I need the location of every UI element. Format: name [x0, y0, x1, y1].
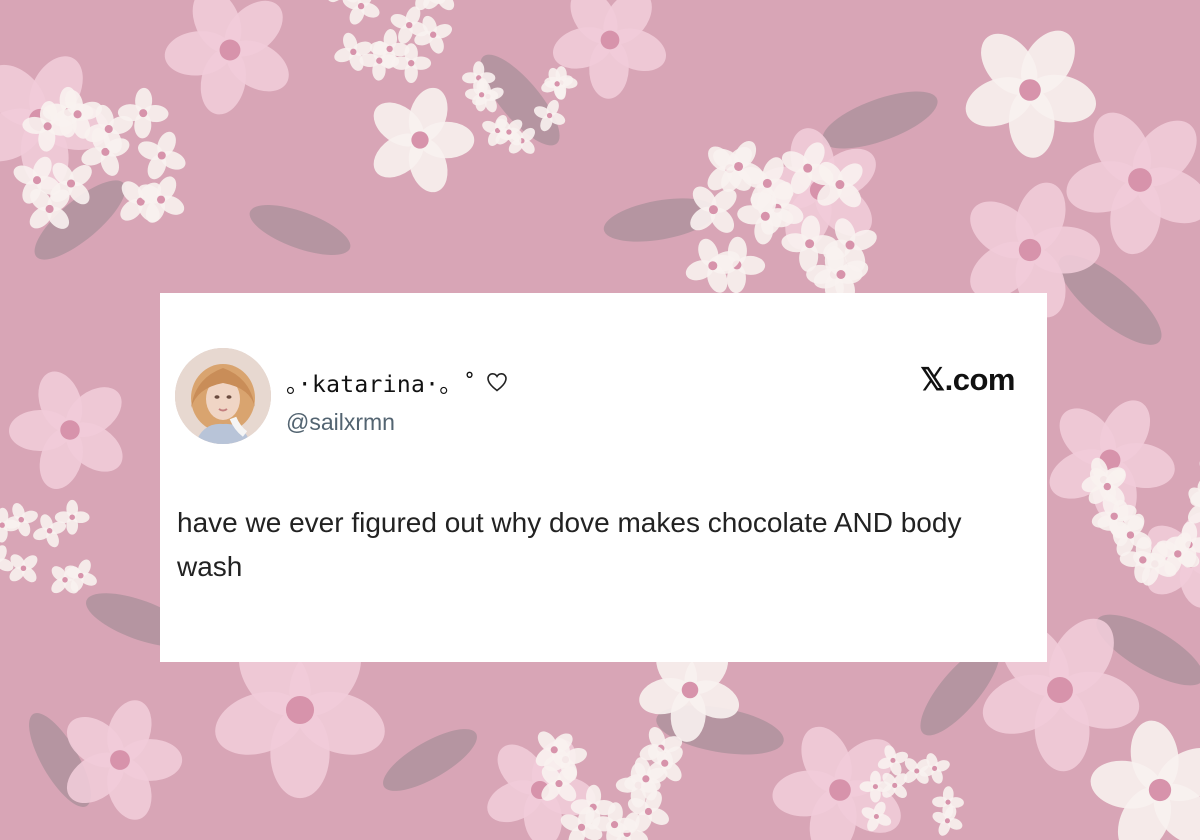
display-name-row: 。·katarina·。˚	[286, 365, 509, 399]
display-name[interactable]: 。·katarina·。˚	[286, 365, 477, 399]
tweet-card: 。·katarina·。˚ @sailxrmn 𝕏.com have we ev…	[160, 293, 1047, 662]
avatar[interactable]	[175, 348, 271, 444]
brand-logo[interactable]: 𝕏.com	[920, 362, 1015, 398]
avatar-image	[175, 348, 271, 444]
heart-icon	[486, 372, 507, 392]
handle[interactable]: @sailxrmn	[286, 409, 395, 436]
tweet-text: have we ever figured out why dove makes …	[177, 507, 962, 582]
